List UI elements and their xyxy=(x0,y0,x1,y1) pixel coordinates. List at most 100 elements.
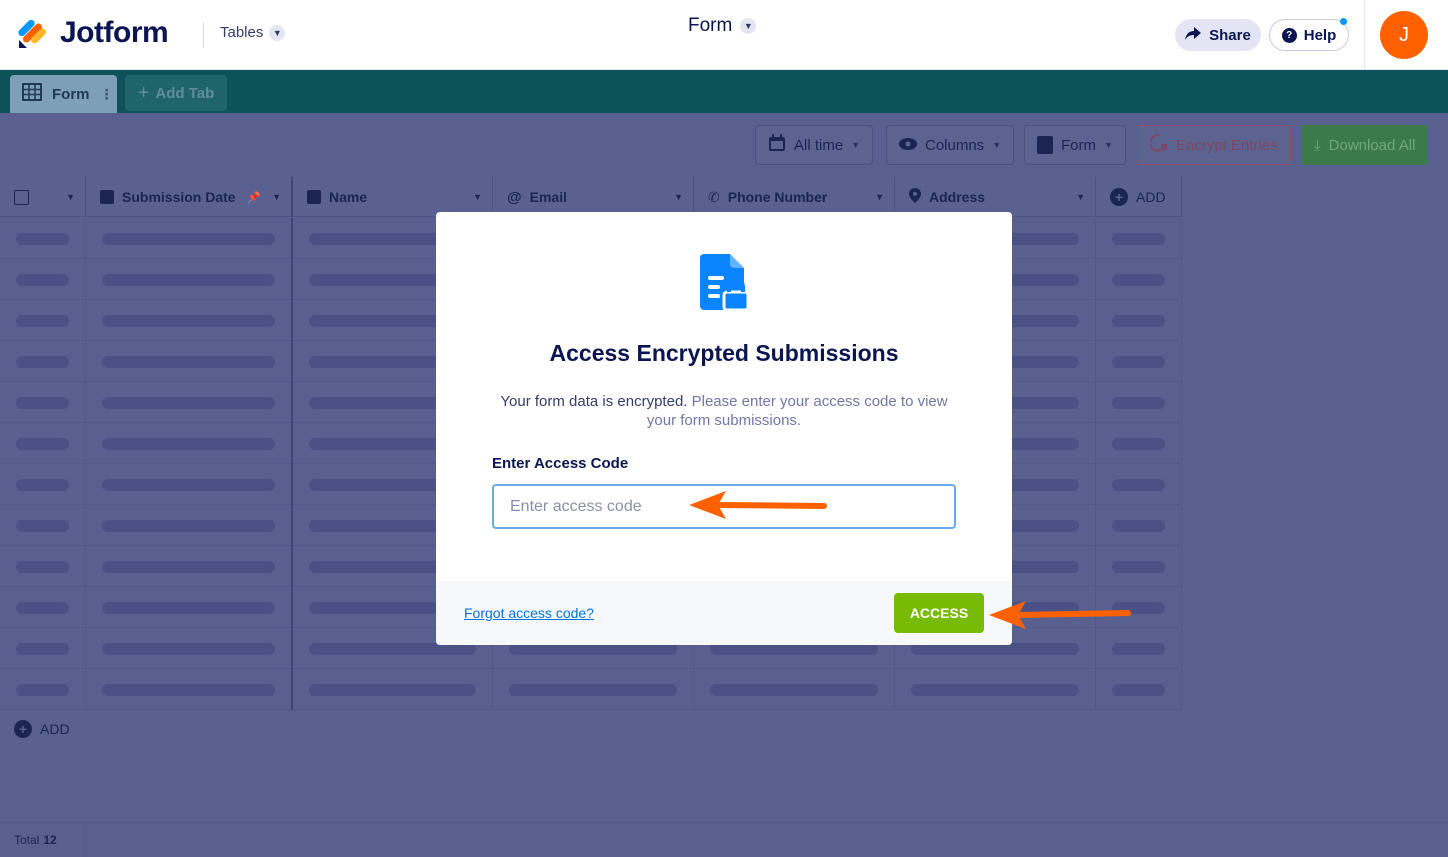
table-cell[interactable] xyxy=(1096,628,1182,669)
select-all-column[interactable]: ▼ xyxy=(0,177,86,217)
table-cell[interactable] xyxy=(1096,300,1182,341)
loading-placeholder xyxy=(102,273,275,286)
chevron-down-icon[interactable]: ▼ xyxy=(66,192,75,202)
table-cell[interactable] xyxy=(0,259,86,300)
loading-placeholder xyxy=(102,642,275,655)
column-header-submission-date[interactable]: Submission Date 📌 ▼ xyxy=(86,177,293,217)
table-cell[interactable] xyxy=(86,669,293,710)
help-button[interactable]: ? Help xyxy=(1269,18,1349,51)
table-cell[interactable] xyxy=(1096,341,1182,382)
table-cell[interactable] xyxy=(293,669,493,710)
loading-placeholder xyxy=(1112,519,1165,532)
table-cell[interactable] xyxy=(0,382,86,423)
table-cell[interactable] xyxy=(0,505,86,546)
table-cell[interactable] xyxy=(86,464,293,505)
access-button[interactable]: ACCESS xyxy=(894,593,984,633)
download-all-button[interactable]: ⤓ Download All xyxy=(1301,125,1429,165)
chevron-down-icon[interactable]: ▼ xyxy=(272,192,281,202)
table-cell[interactable] xyxy=(1096,382,1182,423)
chevron-down-icon[interactable]: ▼ xyxy=(875,192,884,202)
jotform-logo[interactable]: Jotform xyxy=(18,16,169,50)
table-header: ▼ Submission Date 📌 ▼ Name ▼ @ Email ▼ ✆… xyxy=(0,177,1182,217)
tab-form[interactable]: Form ⋮ xyxy=(10,75,117,113)
table-cell[interactable] xyxy=(0,341,86,382)
table-cell[interactable] xyxy=(0,464,86,505)
plus-circle-icon: + xyxy=(14,720,32,738)
loading-placeholder xyxy=(1112,355,1165,368)
table-cell[interactable] xyxy=(86,505,293,546)
table-row[interactable] xyxy=(0,669,1182,710)
grid-icon xyxy=(22,83,42,105)
table-cell[interactable] xyxy=(86,587,293,628)
at-icon: @ xyxy=(507,188,522,206)
table-cell[interactable] xyxy=(86,423,293,464)
pin-icon[interactable]: 📌 xyxy=(247,191,261,204)
table-cell[interactable] xyxy=(0,587,86,628)
phone-icon: ✆ xyxy=(708,188,720,205)
add-column-button[interactable]: + ADD xyxy=(1096,177,1182,217)
table-cell[interactable] xyxy=(86,628,293,669)
table-cell[interactable] xyxy=(1096,423,1182,464)
more-vertical-icon[interactable]: ⋮ xyxy=(100,86,114,103)
column-header-phone[interactable]: ✆ Phone Number ▼ xyxy=(694,177,895,217)
logo-text: Jotform xyxy=(60,16,169,49)
table-cell[interactable] xyxy=(0,218,86,259)
column-header-email[interactable]: @ Email ▼ xyxy=(493,177,694,217)
form-view-label: Form xyxy=(1061,136,1096,154)
loading-placeholder xyxy=(16,601,69,614)
table-cell[interactable] xyxy=(493,669,694,710)
select-all-checkbox[interactable] xyxy=(14,189,29,205)
chevron-down-icon[interactable]: ▼ xyxy=(674,192,683,202)
table-cell[interactable] xyxy=(1096,464,1182,505)
add-tab-button[interactable]: + Add Tab xyxy=(125,75,227,111)
lock-icon xyxy=(1149,133,1168,156)
calendar-icon xyxy=(768,134,786,156)
share-button[interactable]: Share xyxy=(1175,19,1261,51)
table-cell[interactable] xyxy=(1096,218,1182,259)
loading-placeholder xyxy=(102,355,275,368)
table-cell[interactable] xyxy=(0,546,86,587)
encrypted-document-icon xyxy=(700,254,750,312)
columns-dropdown[interactable]: Columns ▼ xyxy=(886,125,1015,165)
table-cell[interactable] xyxy=(0,628,86,669)
loading-placeholder xyxy=(16,396,69,409)
date-filter-dropdown[interactable]: All time ▼ xyxy=(755,125,874,165)
table-cell[interactable] xyxy=(895,669,1096,710)
table-cell[interactable] xyxy=(1096,505,1182,546)
table-cell[interactable] xyxy=(1096,259,1182,300)
table-cell[interactable] xyxy=(1096,546,1182,587)
table-cell[interactable] xyxy=(1096,669,1182,710)
table-cell[interactable] xyxy=(86,341,293,382)
column-header-address[interactable]: Address ▼ xyxy=(895,177,1096,217)
location-pin-icon xyxy=(909,188,921,206)
table-cell[interactable] xyxy=(86,259,293,300)
add-row-button[interactable]: + ADD xyxy=(14,720,70,738)
table-cell[interactable] xyxy=(86,546,293,587)
modal-title: Access Encrypted Submissions xyxy=(549,340,899,366)
total-label: Total xyxy=(14,833,40,847)
forgot-access-code-link[interactable]: Forgot access code? xyxy=(464,605,594,621)
chevron-down-icon[interactable]: ▼ xyxy=(473,192,482,202)
loading-placeholder xyxy=(102,683,275,696)
table-cell[interactable] xyxy=(86,218,293,259)
loading-placeholder xyxy=(16,273,69,286)
encrypt-entries-button[interactable]: Encrypt Entries xyxy=(1137,125,1291,165)
table-cell[interactable] xyxy=(0,423,86,464)
table-cell[interactable] xyxy=(86,382,293,423)
text-icon xyxy=(307,190,321,204)
loading-placeholder xyxy=(102,519,275,532)
desc-part-2: Please enter your access code to view yo… xyxy=(646,393,948,429)
tables-dropdown[interactable]: Tables ▼ xyxy=(220,24,286,41)
loading-placeholder xyxy=(1112,478,1165,491)
add-tab-label: Add Tab xyxy=(155,84,215,102)
column-header-name[interactable]: Name ▼ xyxy=(293,177,493,217)
chevron-down-icon[interactable]: ▼ xyxy=(1076,192,1085,202)
form-title-dropdown[interactable]: Form ▼ xyxy=(688,15,757,37)
loading-placeholder xyxy=(16,560,69,573)
form-view-dropdown[interactable]: Form ▼ xyxy=(1024,125,1126,165)
table-cell[interactable] xyxy=(86,300,293,341)
table-cell[interactable] xyxy=(694,669,895,710)
avatar[interactable]: J xyxy=(1380,11,1428,59)
table-cell[interactable] xyxy=(0,669,86,710)
table-cell[interactable] xyxy=(0,300,86,341)
